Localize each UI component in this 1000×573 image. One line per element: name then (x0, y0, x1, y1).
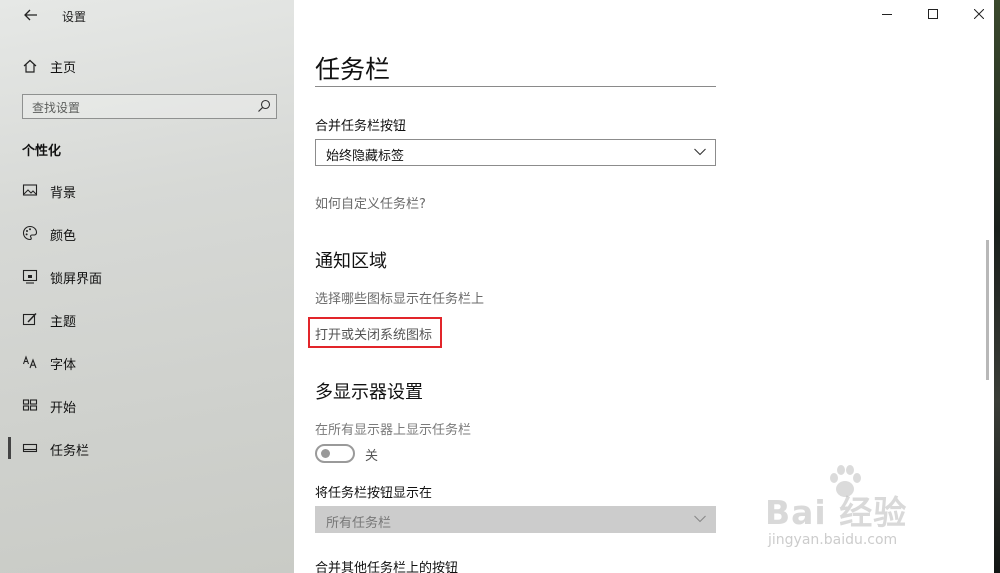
search-icon[interactable] (257, 99, 271, 113)
select-icons-link[interactable]: 选择哪些图标显示在任务栏上 (315, 288, 484, 307)
sidebar-item-start[interactable]: 开始 (0, 387, 294, 423)
title-divider (315, 86, 716, 87)
app-title: 设置 (62, 10, 87, 24)
customize-taskbar-link[interactable]: 如何自定义任务栏? (315, 193, 426, 212)
sidebar-item-label: 任务栏 (50, 444, 90, 459)
notification-area-heading: 通知区域 (315, 251, 387, 272)
sidebar-item-colors[interactable]: 颜色 (0, 215, 294, 251)
close-icon (974, 9, 984, 19)
sidebar-item-taskbar[interactable]: 任务栏 (0, 430, 294, 466)
sidebar-item-label: 颜色 (50, 229, 77, 244)
content-pane: 任务栏 合并任务栏按钮 始终隐藏标签 如何自定义任务栏? 通知区域 选择哪些图标… (294, 0, 994, 573)
minimize-icon (882, 14, 892, 15)
page-title: 任务栏 (315, 55, 391, 84)
taskbar-icon (22, 443, 38, 453)
show-buttons-dropdown[interactable]: 所有任务栏 (315, 506, 716, 533)
back-arrow-icon[interactable] (20, 5, 42, 25)
chevron-down-icon (694, 148, 706, 156)
sidebar-item-lockscreen[interactable]: 锁屏界面 (0, 258, 294, 294)
palette-icon (22, 225, 38, 241)
sidebar-item-label: 主页 (50, 61, 77, 76)
close-button[interactable] (956, 0, 994, 30)
dropdown-value: 所有任务栏 (326, 516, 392, 531)
show-all-displays-label: 在所有显示器上显示任务栏 (315, 423, 472, 438)
multi-display-heading: 多显示器设置 (315, 382, 423, 403)
sidebar-item-themes[interactable]: 主题 (0, 301, 294, 337)
search-input[interactable] (23, 95, 259, 120)
highlight-box (308, 317, 442, 348)
sidebar-item-label: 主题 (50, 315, 77, 330)
show-all-displays-toggle[interactable] (315, 444, 355, 463)
theme-brush-icon (22, 312, 37, 326)
lockscreen-icon (22, 269, 38, 284)
sidebar-item-label: 字体 (50, 358, 77, 373)
search-box (22, 94, 277, 120)
font-icon (22, 355, 37, 369)
scrollbar[interactable] (986, 240, 989, 380)
sidebar-item-label: 锁屏界面 (50, 272, 103, 287)
sidebar-item-label: 背景 (50, 186, 77, 201)
combine-other-taskbars-label: 合并其他任务栏上的按钮 (315, 561, 459, 573)
combine-buttons-dropdown[interactable]: 始终隐藏标签 (315, 139, 716, 166)
show-buttons-label: 将任务栏按钮显示在 (315, 486, 433, 501)
maximize-icon (928, 9, 938, 19)
sidebar-item-fonts[interactable]: 字体 (0, 344, 294, 380)
start-grid-icon (22, 399, 38, 411)
sidebar: 设置 主页 个性化 背景 (0, 0, 294, 573)
toggle-state-label: 关 (365, 449, 379, 464)
sidebar-item-home[interactable]: 主页 (0, 50, 294, 80)
combine-buttons-label: 合并任务栏按钮 (315, 119, 407, 134)
section-title: 个性化 (22, 144, 62, 159)
dropdown-value: 始终隐藏标签 (326, 149, 405, 164)
home-icon (23, 59, 37, 73)
title-bar: 设置 (0, 0, 294, 30)
sidebar-item-background[interactable]: 背景 (0, 172, 294, 208)
settings-window: 设置 主页 个性化 背景 (0, 0, 994, 573)
toggle-knob (321, 449, 330, 458)
maximize-button[interactable] (910, 0, 956, 30)
desktop-background-edge (994, 0, 1000, 573)
minimize-button[interactable] (864, 0, 910, 30)
chevron-down-icon (694, 515, 706, 523)
active-indicator (8, 437, 11, 459)
picture-icon (22, 184, 38, 196)
sidebar-item-label: 开始 (50, 401, 77, 416)
